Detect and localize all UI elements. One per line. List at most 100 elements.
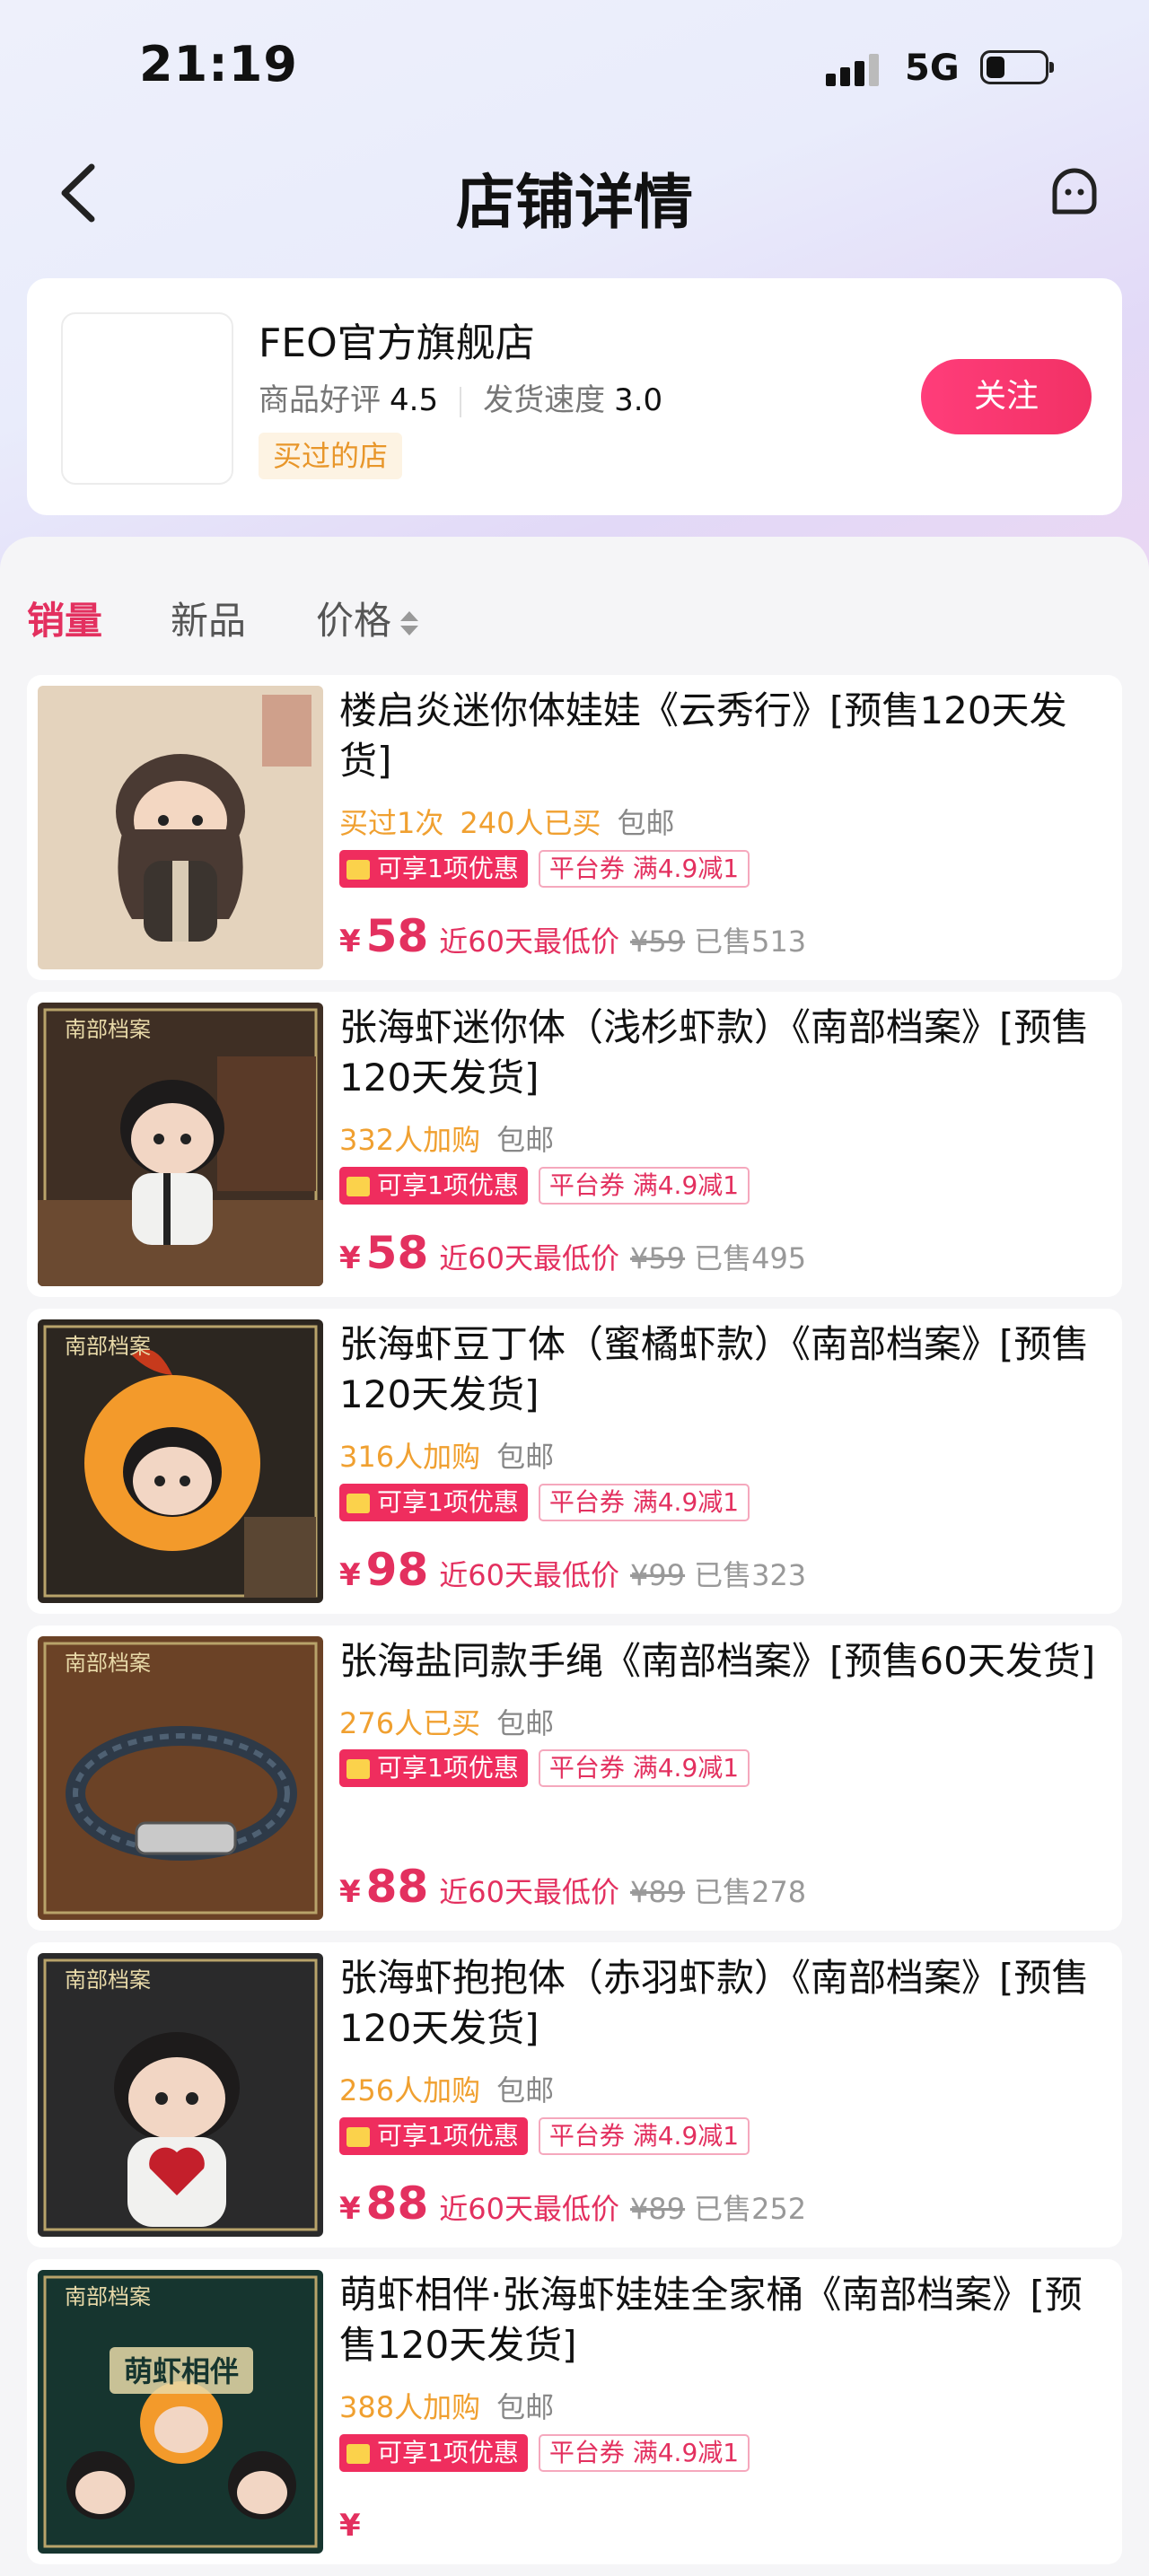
product-title[interactable]: 萌虾相伴·张海虾娃娃全家桶《南部档案》[预售120天发货] <box>339 2270 1102 2370</box>
discount-badge[interactable]: 可享1项优惠 <box>339 1167 528 1205</box>
battery-icon <box>980 50 1054 84</box>
price-currency: ¥ <box>339 924 361 959</box>
product-meta: 332人加购 包邮 <box>339 1117 570 1159</box>
svg-text:南部档案: 南部档案 <box>65 1017 151 1042</box>
sold-count: 已售252 <box>694 2192 807 2226</box>
svg-text:南部档案: 南部档案 <box>65 1651 151 1676</box>
discount-badge[interactable]: 可享1项优惠 <box>339 850 528 888</box>
sold-count: 已售323 <box>694 1558 807 1592</box>
product-image[interactable]: 南部档案萌虾相伴 <box>38 2270 323 2554</box>
price-row: ¥98 近60天最低价 ¥99 已售323 <box>339 1544 806 1598</box>
customer-service-icon[interactable] <box>1046 163 1103 221</box>
product-meta-item: 240人已买 <box>460 806 601 840</box>
product-meta: 388人加购 包邮 <box>339 2385 570 2426</box>
product-meta: 256人加购 包邮 <box>339 2068 570 2109</box>
price-row: ¥58 近60天最低价 ¥59 已售495 <box>339 1227 806 1281</box>
sold-count: 已售513 <box>694 924 807 959</box>
product-meta-item: 256人加购 <box>339 2073 481 2107</box>
bought-shop-tag: 买过的店 <box>259 433 403 479</box>
product-meta-item: 包邮 <box>496 1440 555 1474</box>
product-image[interactable]: 南部档案 <box>38 1003 323 1286</box>
product-image[interactable]: 南部档案 <box>38 1636 323 1920</box>
discount-badge[interactable]: 可享1项优惠 <box>339 1484 528 1521</box>
product-meta: 316人加购 包邮 <box>339 1434 570 1476</box>
price-value: 88 <box>365 1861 429 1913</box>
status-bar: 21:19 5G <box>0 0 1149 135</box>
price-currency: ¥ <box>339 1557 361 1593</box>
platform-coupon-badge[interactable]: 平台券 满4.9减1 <box>538 1167 750 1205</box>
sort-arrows-icon <box>399 606 420 642</box>
coupon-ticket-icon <box>346 1759 370 1779</box>
price-value: 58 <box>365 910 429 962</box>
price-note: 近60天最低价 <box>439 1875 619 1909</box>
coupon-row: 可享1项优惠 平台券 满4.9减1 <box>339 1484 750 1523</box>
shop-logo[interactable] <box>61 312 233 485</box>
discount-badge[interactable]: 可享1项优惠 <box>339 2434 528 2472</box>
coupon-row: 可享1项优惠 平台券 满4.9减1 <box>339 2434 750 2474</box>
platform-coupon-badge[interactable]: 平台券 满4.9减1 <box>538 850 750 888</box>
price-row: ¥88 近60天最低价 ¥89 已售278 <box>339 1861 806 1914</box>
product-meta-item: 332人加购 <box>339 1123 481 1157</box>
product-title[interactable]: 楼启炎迷你体娃娃《云秀行》[预售120天发货] <box>339 686 1102 786</box>
svg-text:南部档案: 南部档案 <box>65 2284 151 2309</box>
svg-text:萌虾相伴: 萌虾相伴 <box>124 2354 239 2388</box>
product-image[interactable] <box>38 686 323 969</box>
sold-count: 已售495 <box>694 1241 807 1275</box>
price-row: ¥58 近60天最低价 ¥59 已售513 <box>339 910 806 964</box>
price-currency: ¥ <box>339 2508 361 2544</box>
discount-badge[interactable]: 可享1项优惠 <box>339 1749 528 1787</box>
product-title[interactable]: 张海虾迷你体（浅杉虾款）《南部档案》[预售120天发货] <box>339 1003 1102 1103</box>
coupon-row: 可享1项优惠 平台券 满4.9减1 <box>339 850 750 889</box>
product-title[interactable]: 张海盐同款手绳《南部档案》[预售60天发货] <box>339 1636 1102 1687</box>
shop-name[interactable]: FEO官方旗舰店 <box>259 311 535 368</box>
platform-coupon-badge[interactable]: 平台券 满4.9减1 <box>538 2117 750 2155</box>
follow-button[interactable]: 关注 <box>921 359 1092 434</box>
discount-badge-label: 可享1项优惠 <box>377 1753 519 1783</box>
product-card[interactable]: 南部档案 萌虾相伴 萌虾相伴·张海虾娃娃全家桶《南部档案》[预售120天发货] 388… <box>27 2259 1122 2564</box>
tab-price[interactable]: 价格 <box>316 591 420 645</box>
platform-coupon-badge[interactable]: 平台券 满4.9减1 <box>538 1484 750 1521</box>
coupon-row: 可享1项优惠 平台券 满4.9减1 <box>339 1167 750 1206</box>
product-card[interactable]: 楼启炎迷你体娃娃《云秀行》[预售120天发货] 买过1次 240人已买 包邮可享1项优… <box>27 675 1122 980</box>
platform-coupon-badge[interactable]: 平台券 满4.9减1 <box>538 1749 750 1787</box>
tab-sales[interactable]: 销量 <box>27 591 102 645</box>
product-meta-item: 包邮 <box>617 806 675 840</box>
back-icon[interactable] <box>56 162 110 224</box>
discount-badge-label: 可享1项优惠 <box>377 854 519 883</box>
svg-text:南部档案: 南部档案 <box>65 1334 151 1359</box>
product-card[interactable]: 南部档案 张海虾迷你体（浅杉虾款）《南部档案》[预售120天发货] 332人加购 包邮… <box>27 992 1122 1297</box>
product-title[interactable]: 张海虾豆丁体（蜜橘虾款）《南部档案》[预售120天发货] <box>339 1319 1102 1420</box>
platform-coupon-badge[interactable]: 平台券 满4.9减1 <box>538 2434 750 2472</box>
product-meta-item: 包邮 <box>496 2073 555 2107</box>
product-card[interactable]: 南部档案 张海虾豆丁体（蜜橘虾款）《南部档案》[预售120天发货] 316人加购 包邮… <box>27 1309 1122 1614</box>
signal-icon <box>826 54 881 86</box>
tab-price-label: 价格 <box>316 599 392 643</box>
product-image[interactable]: 南部档案 <box>38 1953 323 2237</box>
discount-badge[interactable]: 可享1项优惠 <box>339 2117 528 2155</box>
product-card[interactable]: 南部档案 张海虾抱抱体（赤羽虾款）《南部档案》[预售120天发货] 256人加购 包邮… <box>27 1942 1122 2247</box>
discount-badge-label: 可享1项优惠 <box>377 1170 519 1200</box>
original-price: ¥89 <box>630 2192 686 2226</box>
product-image[interactable]: 南部档案 <box>38 1319 323 1603</box>
product-meta-item: 包邮 <box>496 1706 555 1740</box>
shop-stats: 商品好评 4.5 发货速度 3.0 <box>259 375 662 419</box>
coupon-ticket-icon <box>346 1177 370 1196</box>
product-card[interactable]: 南部档案 张海盐同款手绳《南部档案》[预售60天发货] 276人已买 包邮 可享1项优惠… <box>27 1625 1122 1931</box>
price-currency: ¥ <box>339 2191 361 2227</box>
sort-tabs: 销量 新品 价格 <box>0 591 1149 662</box>
product-meta-item: 买过1次 <box>339 806 444 840</box>
coupon-row: 可享1项优惠 平台券 满4.9减1 <box>339 2117 750 2157</box>
coupon-ticket-icon <box>346 1494 370 1513</box>
discount-badge-label: 可享1项优惠 <box>377 2438 519 2467</box>
product-title[interactable]: 张海虾抱抱体（赤羽虾款）《南部档案》[预售120天发货] <box>339 1953 1102 2054</box>
tab-new[interactable]: 新品 <box>171 591 246 645</box>
product-meta-item: 包邮 <box>496 2390 555 2424</box>
network-type: 5G <box>905 48 960 89</box>
discount-badge-label: 可享1项优惠 <box>377 1487 519 1517</box>
svg-text:南部档案: 南部档案 <box>65 1967 151 1993</box>
price-value: 88 <box>365 2177 429 2230</box>
coupon-ticket-icon <box>346 860 370 880</box>
coupon-ticket-icon <box>346 2127 370 2147</box>
product-meta: 买过1次 240人已买 包邮 <box>339 801 690 842</box>
shop-card: FEO官方旗舰店 商品好评 4.5 发货速度 3.0 买过的店 关注 <box>27 278 1122 515</box>
